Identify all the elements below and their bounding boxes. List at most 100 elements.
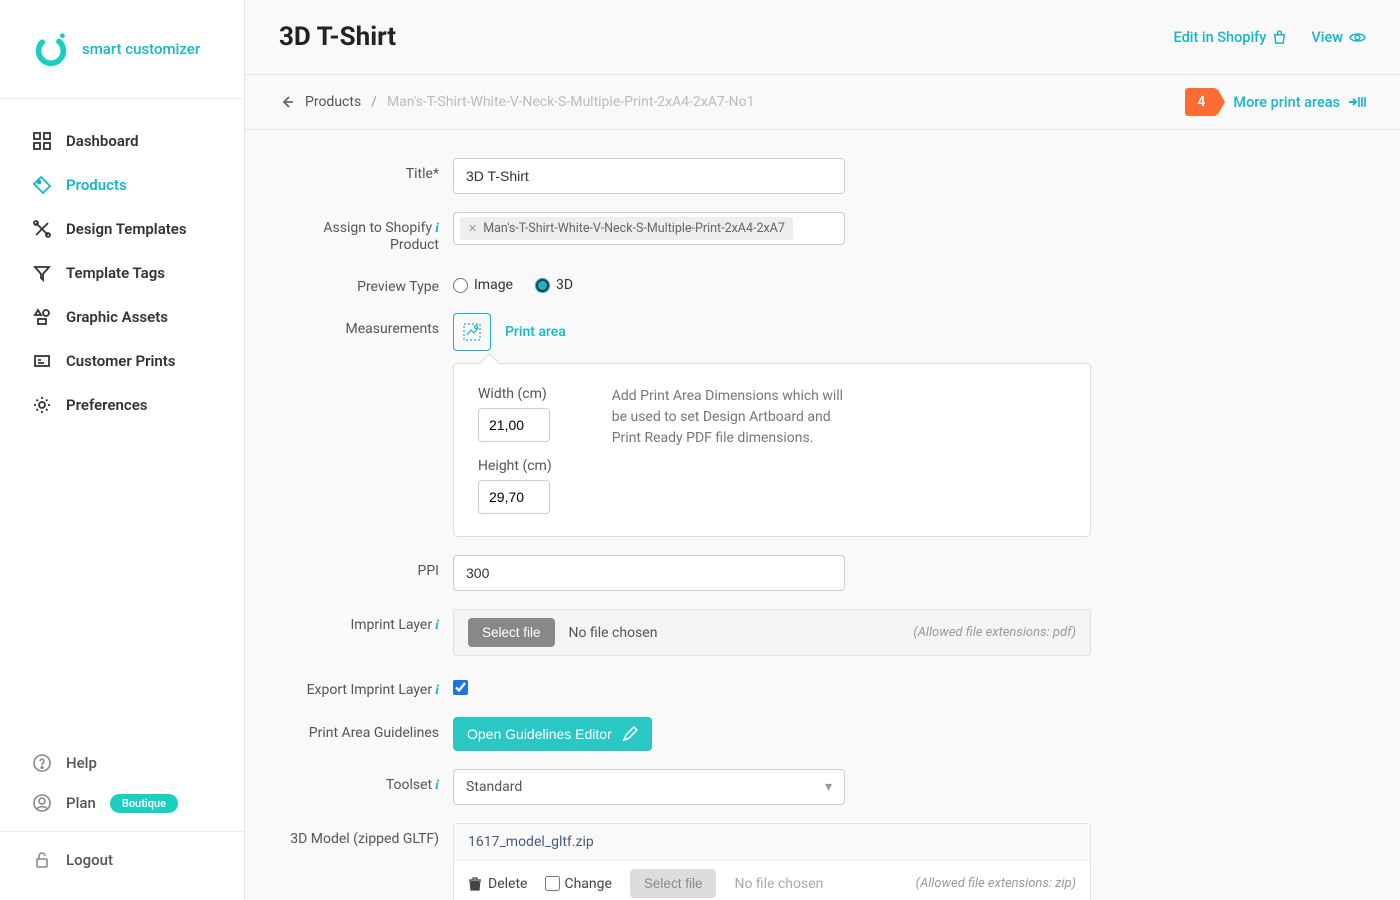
header-actions: Edit in Shopify View <box>1174 29 1366 46</box>
eye-icon <box>1349 29 1366 46</box>
height-label: Height (cm) <box>478 458 552 474</box>
preview-image-radio[interactable]: Image <box>453 277 513 293</box>
view-label: View <box>1311 29 1343 46</box>
assign-product-field[interactable]: ✕ Man's-T-Shirt-White-V-Neck-S-Multiple-… <box>453 212 845 245</box>
print-area-tab-icon[interactable] <box>453 313 491 351</box>
view-link[interactable]: View <box>1311 29 1366 46</box>
dashboard-icon <box>32 131 52 151</box>
lock-icon <box>32 850 52 870</box>
pen-icon <box>622 726 638 742</box>
trash-icon <box>468 877 482 891</box>
help-icon <box>32 753 52 773</box>
allowed-ext-pdf: (Allowed file extensions: pdf) <box>913 625 1076 640</box>
change-model-checkbox[interactable]: Change <box>545 876 611 892</box>
subheader-right: 4 More print areas <box>1185 88 1366 116</box>
sidebar-nav: Dashboard Products Design Templates Temp… <box>0 99 244 733</box>
model-panel: 1617_model_gltf.zip Delete Change <box>453 823 1091 900</box>
tag-icon <box>32 175 52 195</box>
shapes-icon <box>32 307 52 327</box>
sidebar-item-label: Dashboard <box>66 132 139 150</box>
measurements-label: Measurements <box>275 313 453 337</box>
toolset-value: Standard <box>466 779 522 795</box>
sidebar-item-dashboard[interactable]: Dashboard <box>0 119 244 163</box>
preview-3d-radio[interactable]: 3D <box>535 277 573 293</box>
info-icon[interactable]: i <box>435 778 439 793</box>
edit-in-shopify-label: Edit in Shopify <box>1174 29 1267 46</box>
filter-icon <box>32 263 52 283</box>
select-file-button[interactable]: Select file <box>468 618 555 647</box>
model-label: 3D Model (zipped GLTF) <box>275 823 453 847</box>
chevron-down-icon: ▾ <box>825 779 832 795</box>
select-model-file-button[interactable]: Select file <box>630 869 717 898</box>
plan-label: Plan <box>66 794 96 812</box>
back-arrow-icon[interactable] <box>279 94 295 110</box>
sidebar-item-products[interactable]: Products <box>0 163 244 207</box>
breadcrumb-current: Man's-T-Shirt-White-V-Neck-S-Multiple-Pr… <box>387 94 755 110</box>
export-imprint-checkbox[interactable] <box>453 680 468 695</box>
sidebar-item-label: Preferences <box>66 396 148 414</box>
gear-icon <box>32 395 52 415</box>
measurements-panel: Width (cm) Height (cm) Add Print Area Di… <box>453 363 1091 537</box>
export-imprint-label: Export Imprint Layeri <box>275 674 453 699</box>
sidebar-item-design-templates[interactable]: Design Templates <box>0 207 244 251</box>
height-input[interactable] <box>478 480 550 514</box>
help-label: Help <box>66 754 97 772</box>
allowed-ext-zip: (Allowed file extensions: zip) <box>916 876 1076 891</box>
tools-icon <box>32 219 52 239</box>
edit-in-shopify-link[interactable]: Edit in Shopify <box>1174 29 1288 46</box>
open-guidelines-button[interactable]: Open Guidelines Editor <box>453 717 652 751</box>
more-print-areas-link[interactable]: More print areas <box>1233 94 1366 111</box>
title-input[interactable] <box>453 158 845 194</box>
plan-link[interactable]: Plan Boutique <box>0 783 244 823</box>
breadcrumb-root[interactable]: Products <box>305 94 361 110</box>
logo[interactable]: smart customizer <box>0 0 244 99</box>
measurements-help: Add Print Area Dimensions which will be … <box>612 386 852 514</box>
assign-label: Assign to Shopifyi Product <box>275 212 453 253</box>
sidebar-item-template-tags[interactable]: Template Tags <box>0 251 244 295</box>
page-header: 3D T-Shirt Edit in Shopify View <box>245 0 1400 75</box>
info-icon[interactable]: i <box>435 683 439 698</box>
toolset-select[interactable]: Standard ▾ <box>453 769 845 805</box>
sidebar-item-preferences[interactable]: Preferences <box>0 383 244 427</box>
imprint-file-row: Select file No file chosen (Allowed file… <box>453 609 1091 656</box>
expand-icon <box>1348 95 1366 109</box>
main: 3D T-Shirt Edit in Shopify View <box>245 0 1400 900</box>
logout-label: Logout <box>66 851 113 869</box>
toolset-label: Toolseti <box>275 769 453 794</box>
prints-icon <box>32 351 52 371</box>
form: Title* Assign to Shopifyi Product ✕ Man'… <box>245 130 1400 900</box>
ppi-label: PPI <box>275 555 453 579</box>
width-input[interactable] <box>478 408 550 442</box>
imprint-layer-label: Imprint Layeri <box>275 609 453 634</box>
ppi-input[interactable] <box>453 555 845 591</box>
sidebar-item-label: Customer Prints <box>66 352 176 370</box>
chip-remove-icon[interactable]: ✕ <box>468 222 477 235</box>
model-file-name: 1617_model_gltf.zip <box>454 824 1090 860</box>
info-icon[interactable]: i <box>435 618 439 633</box>
sidebar-item-label: Graphic Assets <box>66 308 168 326</box>
sidebar: smart customizer Dashboard Products Desi… <box>0 0 245 900</box>
title-label: Title* <box>275 158 453 182</box>
print-area-tab-label[interactable]: Print area <box>505 324 566 340</box>
delete-model-button[interactable]: Delete <box>468 876 527 892</box>
bag-icon <box>1272 30 1287 45</box>
sidebar-item-label: Products <box>66 176 127 194</box>
breadcrumb-sep: / <box>371 94 377 110</box>
product-chip: ✕ Man's-T-Shirt-White-V-Neck-S-Multiple-… <box>460 217 793 240</box>
no-file-label: No file chosen <box>569 625 658 641</box>
print-area-count-badge: 4 <box>1185 88 1217 116</box>
logo-icon <box>32 30 70 68</box>
plan-badge: Boutique <box>110 794 178 813</box>
user-icon <box>32 793 52 813</box>
sidebar-item-label: Design Templates <box>66 220 187 238</box>
help-link[interactable]: Help <box>0 743 244 783</box>
sidebar-item-graphic-assets[interactable]: Graphic Assets <box>0 295 244 339</box>
no-file-label: No file chosen <box>734 876 823 892</box>
logout-link[interactable]: Logout <box>0 840 244 880</box>
sidebar-item-customer-prints[interactable]: Customer Prints <box>0 339 244 383</box>
subheader: Products / Man's-T-Shirt-White-V-Neck-S-… <box>245 75 1400 130</box>
guidelines-label: Print Area Guidelines <box>275 717 453 741</box>
divider <box>0 831 244 832</box>
width-label: Width (cm) <box>478 386 552 402</box>
info-icon[interactable]: i <box>435 221 439 236</box>
